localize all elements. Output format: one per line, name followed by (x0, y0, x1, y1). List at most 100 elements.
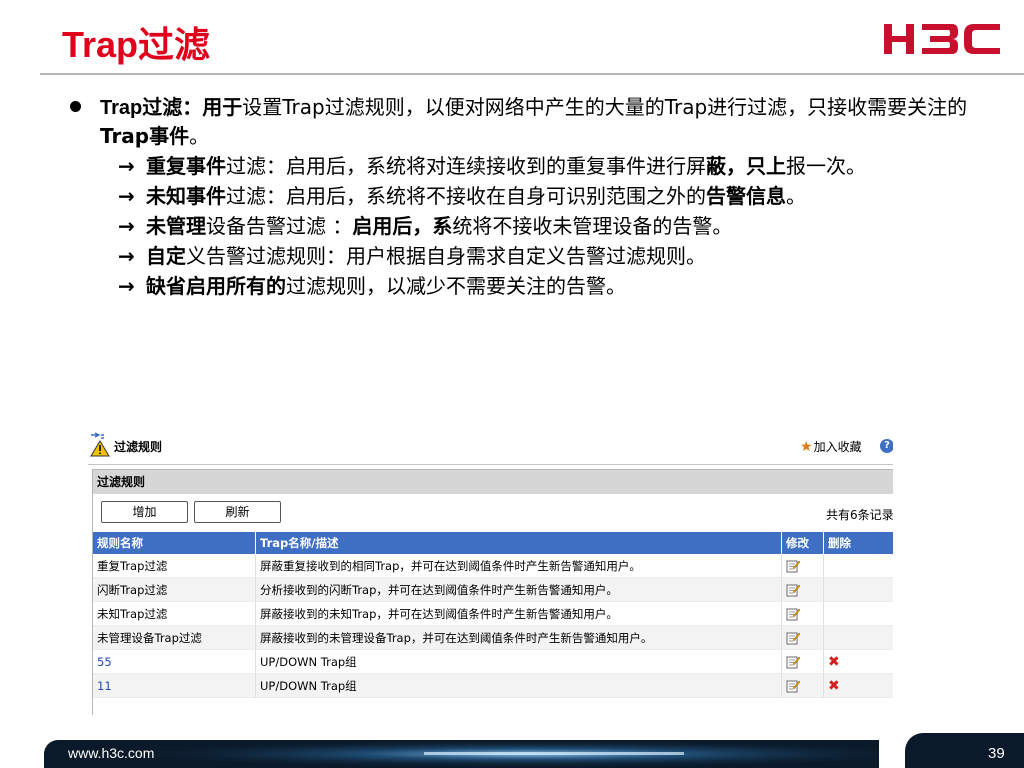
slide-content: Trap过滤：用于设置Trap过滤规则，以便对网络中产生的大量的Trap进行过滤… (70, 93, 970, 300)
footer-right-block (905, 733, 1024, 768)
sub-item-repeat: → 重复事件过滤：启用后，系统将对连续接收到的重复事件进行屏蔽，只上报一次。 (70, 152, 970, 180)
trap-desc-cell: 屏蔽接收到的未管理设备Trap，并可在达到阈值条件时产生新告警通知用户。 (256, 626, 782, 650)
filter-rules-panel: 过滤规则 增加 刷新 共有6条记录 规则名称 Trap名称/描述 修改 删除 重… (92, 469, 893, 715)
table-row: 11 UP/DOWN Trap组 ✖ (93, 674, 893, 698)
edit-icon[interactable] (786, 654, 800, 669)
h3c-logo (884, 24, 1000, 54)
sub-text: 过滤规则，以减少不需要关注的告警。 (286, 274, 626, 298)
edit-cell[interactable] (782, 650, 824, 674)
arrow-right-icon: → (118, 214, 135, 238)
bullet-text-end: 。 (189, 124, 210, 148)
header-divider (88, 464, 893, 465)
arrow-right-icon: → (118, 274, 135, 298)
rule-name[interactable]: 55 (97, 655, 112, 669)
sub-bold: 未知事件 (146, 184, 226, 208)
trap-desc-cell: 分析接收到的闪断Trap，并可在达到阈值条件时产生新告警通知用户。 (256, 578, 782, 602)
refresh-button[interactable]: 刷新 (194, 501, 281, 523)
sub-text: 设备告警过滤 ： (206, 214, 353, 238)
sub-bold: 缺省启用所有的 (146, 274, 286, 298)
sub-item-default: → 缺省启用所有的过滤规则，以减少不需要关注的告警。 (70, 272, 970, 300)
rule-name-cell[interactable]: 11 (93, 674, 256, 698)
rule-name-cell: 重复Trap过滤 (93, 554, 256, 578)
column-header-edit: 修改 (782, 532, 824, 554)
sub-line2: 。 (786, 184, 806, 208)
rule-name-cell: 未知Trap过滤 (93, 602, 256, 626)
rule-name[interactable]: 11 (97, 679, 112, 693)
column-header-delete: 删除 (824, 532, 893, 554)
edit-icon[interactable] (786, 582, 800, 597)
delete-cell (824, 578, 893, 602)
bullet-dot-icon (70, 101, 81, 112)
table-row: 闪断Trap过滤 分析接收到的闪断Trap，并可在达到阈值条件时产生新告警通知用户… (93, 578, 893, 602)
sub-bold: 未管理 (146, 214, 206, 238)
edit-icon[interactable] (786, 558, 800, 573)
table-row: 55 UP/DOWN Trap组 ✖ (93, 650, 893, 674)
sub-text: 过滤：启用后，系统将不接收在自身可识别范围之外的 (226, 184, 706, 208)
arrow-right-icon: → (118, 244, 135, 268)
page-title: 过滤规则 (114, 440, 163, 454)
bullet-text-bold: Trap事件 (100, 124, 190, 148)
column-header-trap-desc: Trap名称/描述 (256, 532, 782, 554)
title-divider (40, 73, 1024, 75)
rule-name: 闪断Trap过滤 (97, 582, 168, 597)
sub-line2: 报一次。 (786, 154, 866, 178)
edit-cell[interactable] (782, 602, 824, 626)
sub-item-custom: → 自定义告警过滤规则：用户根据自身需求自定义告警过滤规则。 (70, 242, 970, 270)
delete-cell (824, 626, 893, 650)
sub-line2-bold: 告警信息 (706, 184, 786, 208)
edit-icon[interactable] (786, 606, 800, 621)
rule-name: 未管理设备Trap过滤 (97, 630, 202, 645)
table-row: 重复Trap过滤 屏蔽重复接收到的相同Trap，并可在达到阈值条件时产生新告警通知… (93, 554, 893, 578)
trap-desc-cell: 屏蔽接收到的未知Trap，并可在达到阈值条件时产生新告警通知用户。 (256, 602, 782, 626)
sub-bold-2: 启用后，系 (352, 214, 453, 238)
rule-name: 重复Trap过滤 (97, 558, 168, 573)
page-number: 39 (988, 745, 1005, 762)
sub-bold: 自定 (146, 244, 186, 268)
rule-name-cell: 闪断Trap过滤 (93, 578, 256, 602)
rule-name-cell[interactable]: 55 (93, 650, 256, 674)
panel-title: 过滤规则 (93, 470, 893, 494)
rule-name: 未知Trap过滤 (97, 606, 168, 621)
star-icon: ★ (800, 438, 813, 455)
add-favorite-link[interactable]: ★ 加入收藏 (800, 438, 862, 455)
sub-line2-bold: 蔽，只上 (706, 154, 786, 178)
footer-url: www.h3c.com (68, 745, 155, 761)
warning-filter-icon (90, 432, 110, 457)
sub-bold: 重复事件 (146, 154, 226, 178)
table-row: 未管理设备Trap过滤 屏蔽接收到的未管理设备Trap，并可在达到阈值条件时产生新… (93, 626, 893, 650)
edit-cell[interactable] (782, 674, 824, 698)
main-bullet: Trap过滤：用于设置Trap过滤规则，以便对网络中产生的大量的Trap进行过滤… (70, 93, 970, 150)
record-count: 共有6条记录 (826, 508, 893, 522)
trap-desc-cell: UP/DOWN Trap组 (256, 674, 782, 698)
arrow-right-icon: → (118, 154, 135, 178)
arrow-right-icon: → (118, 184, 135, 208)
footer-light-streak (44, 740, 879, 768)
delete-cell (824, 602, 893, 626)
delete-icon[interactable]: ✖ (828, 678, 840, 694)
help-icon[interactable]: ? (880, 439, 893, 453)
page-header: 过滤规则 ★ 加入收藏 ? (88, 430, 893, 465)
rule-name-cell: 未管理设备Trap过滤 (93, 626, 256, 650)
bullet-lead-b: ：用于 (182, 95, 243, 119)
delete-icon[interactable]: ✖ (828, 654, 840, 670)
table-body: 重复Trap过滤 屏蔽重复接收到的相同Trap，并可在达到阈值条件时产生新告警通知… (93, 554, 893, 698)
sub-item-unmanaged: → 未管理设备告警过滤 ：启用后，系统将不接收未管理设备的告警。 (70, 212, 970, 240)
slide-title: Trap过滤 (62, 24, 211, 65)
edit-cell[interactable] (782, 578, 824, 602)
edit-cell[interactable] (782, 626, 824, 650)
filter-rules-screenshot: 过滤规则 ★ 加入收藏 ? 过滤规则 增加 刷新 共有6条记录 规则名称 Tra… (88, 430, 893, 715)
bullet-text: 设置Trap过滤规则，以便对网络中产生的大量的Trap进行过滤，只接收需要关注的 (242, 95, 968, 119)
table-row: 未知Trap过滤 屏蔽接收到的未知Trap，并可在达到阈值条件时产生新告警通知用户… (93, 602, 893, 626)
trap-desc-cell: UP/DOWN Trap组 (256, 650, 782, 674)
footer-bar: www.h3c.com (44, 740, 879, 768)
sub-text: 过滤：启用后，系统将对连续接收到的重复事件进行屏 (226, 154, 706, 178)
edit-cell[interactable] (782, 554, 824, 578)
delete-cell[interactable]: ✖ (824, 674, 893, 698)
edit-icon[interactable] (786, 630, 800, 645)
edit-icon[interactable] (786, 678, 800, 693)
add-button[interactable]: 增加 (101, 501, 188, 523)
sub-text: 义告警过滤规则：用户根据自身需求自定义告警过滤规则。 (186, 244, 706, 268)
delete-cell[interactable]: ✖ (824, 650, 893, 674)
table-header-row: 规则名称 Trap名称/描述 修改 删除 (93, 532, 893, 554)
sub-line2: 警。 (692, 214, 733, 238)
